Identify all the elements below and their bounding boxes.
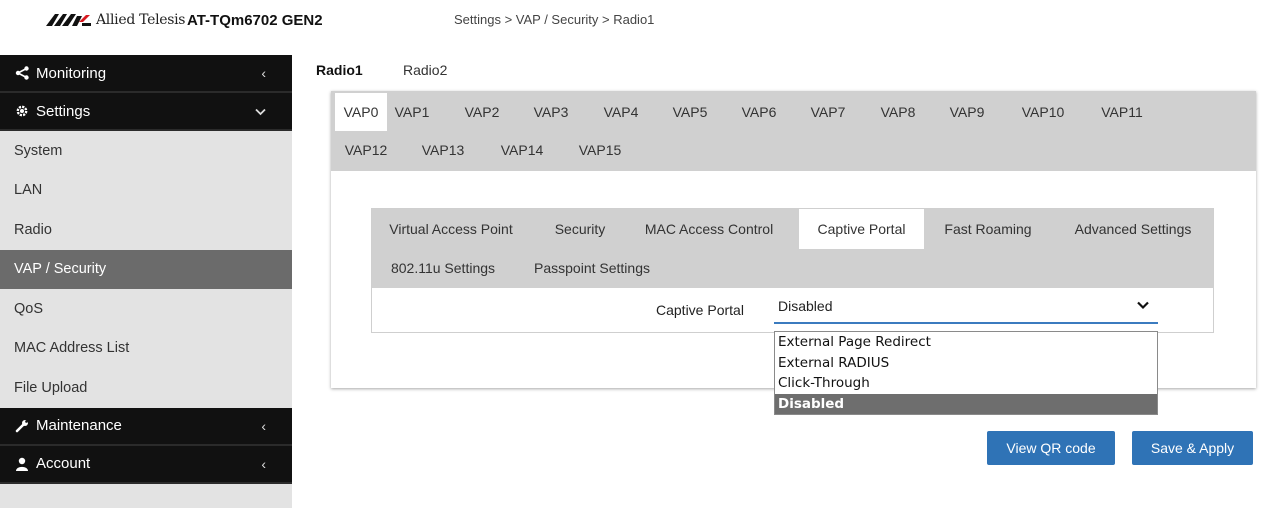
option-external-page-redirect[interactable]: External Page Redirect xyxy=(775,332,1157,353)
sidebar-item-lan[interactable]: LAN xyxy=(0,170,292,210)
brand-logo: Allied Telesis xyxy=(46,10,185,30)
sidebar-item-vap-security[interactable]: VAP / Security xyxy=(0,249,292,289)
tab-fast-roaming[interactable]: Fast Roaming xyxy=(933,209,1043,249)
radio-tabs: Radio1 Radio2 xyxy=(300,55,1265,89)
sidebar-item-mac-address-list[interactable]: MAC Address List xyxy=(0,328,292,368)
tab-mac-access-control[interactable]: MAC Access Control xyxy=(632,209,786,249)
tab-vap13[interactable]: VAP13 xyxy=(416,131,470,169)
sidebar-section-account[interactable]: Account ‹ xyxy=(0,445,292,484)
tab-vap4[interactable]: VAP4 xyxy=(599,93,643,131)
tab-vap8[interactable]: VAP8 xyxy=(876,93,920,131)
option-disabled[interactable]: Disabled xyxy=(775,393,1157,414)
tab-vap2[interactable]: VAP2 xyxy=(460,93,504,131)
sidebar-section-label: Maintenance xyxy=(36,417,122,434)
tab-advanced-settings[interactable]: Advanced Settings xyxy=(1059,209,1207,249)
tab-vap11[interactable]: VAP11 xyxy=(1096,93,1148,131)
tab-captive-portal[interactable]: Captive Portal xyxy=(799,209,924,249)
tab-vap9[interactable]: VAP9 xyxy=(945,93,989,131)
tab-80211u-settings[interactable]: 802.11u Settings xyxy=(376,248,510,288)
product-name: AT-TQm6702 GEN2 xyxy=(187,12,323,29)
sidebar-section-monitoring[interactable]: Monitoring ‹ xyxy=(0,55,292,93)
option-click-through[interactable]: Click-Through xyxy=(775,373,1157,394)
tab-vap0[interactable]: VAP0 xyxy=(335,93,387,131)
chevron-down-icon xyxy=(1136,298,1150,315)
chevron-left-icon: ‹ xyxy=(261,417,266,434)
chevron-left-icon: ‹ xyxy=(261,455,266,472)
vap-tab-strip: VAP0 VAP1 VAP2 VAP3 VAP4 VAP5 VAP6 VAP7 … xyxy=(331,91,1256,171)
gear-icon xyxy=(14,104,30,118)
captive-portal-value: Disabled xyxy=(778,298,833,314)
sidebar-item-qos[interactable]: QoS xyxy=(0,289,292,329)
sidebar-section-label: Monitoring xyxy=(36,64,107,82)
sidebar-section-label: Settings xyxy=(36,102,91,120)
share-icon xyxy=(14,66,30,80)
wrench-icon xyxy=(14,419,30,433)
option-external-radius[interactable]: External RADIUS xyxy=(775,353,1157,374)
tab-radio2[interactable]: Radio2 xyxy=(403,62,447,78)
brand-name: Allied Telesis xyxy=(96,12,186,28)
tab-vap15[interactable]: VAP15 xyxy=(573,131,627,169)
tab-vap12[interactable]: VAP12 xyxy=(339,131,393,169)
sidebar-item-system[interactable]: System xyxy=(0,131,292,171)
sidebar-section-maintenance[interactable]: Maintenance ‹ xyxy=(0,407,292,446)
view-qr-code-button[interactable]: View QR code xyxy=(987,431,1115,465)
captive-portal-label: Captive Portal xyxy=(656,302,744,318)
tab-passpoint-settings[interactable]: Passpoint Settings xyxy=(522,248,662,288)
chevron-down-icon xyxy=(255,103,266,119)
tab-vap10[interactable]: VAP10 xyxy=(1016,93,1070,131)
tab-radio1[interactable]: Radio1 xyxy=(316,62,363,78)
tab-vap14[interactable]: VAP14 xyxy=(495,131,549,169)
captive-portal-select[interactable]: Disabled xyxy=(774,294,1158,324)
tab-vap6[interactable]: VAP6 xyxy=(737,93,781,131)
tab-virtual-access-point[interactable]: Virtual Access Point xyxy=(376,209,526,249)
user-icon xyxy=(14,457,30,471)
chevron-left-icon: ‹ xyxy=(261,65,266,81)
tab-vap5[interactable]: VAP5 xyxy=(668,93,712,131)
breadcrumb: Settings > VAP / Security > Radio1 xyxy=(454,12,655,27)
save-apply-button[interactable]: Save & Apply xyxy=(1132,431,1253,465)
tab-vap3[interactable]: VAP3 xyxy=(529,93,573,131)
allied-telesis-logo-icon xyxy=(46,14,91,26)
sidebar-item-file-upload[interactable]: File Upload xyxy=(0,368,292,408)
tab-vap1[interactable]: VAP1 xyxy=(390,93,434,131)
tab-security[interactable]: Security xyxy=(544,209,616,249)
sidebar-section-settings[interactable]: Settings xyxy=(0,93,292,131)
captive-portal-dropdown: External Page Redirect External RADIUS C… xyxy=(774,331,1158,415)
tab-vap7[interactable]: VAP7 xyxy=(806,93,850,131)
settings-tab-strip: Virtual Access Point Security MAC Access… xyxy=(372,209,1213,288)
sidebar: Monitoring ‹ Settings System LAN Radio V… xyxy=(0,55,292,508)
top-header: Allied Telesis AT-TQm6702 GEN2 Settings … xyxy=(0,0,1265,42)
sidebar-item-radio[interactable]: Radio xyxy=(0,210,292,250)
sidebar-section-label: Account xyxy=(36,455,91,472)
